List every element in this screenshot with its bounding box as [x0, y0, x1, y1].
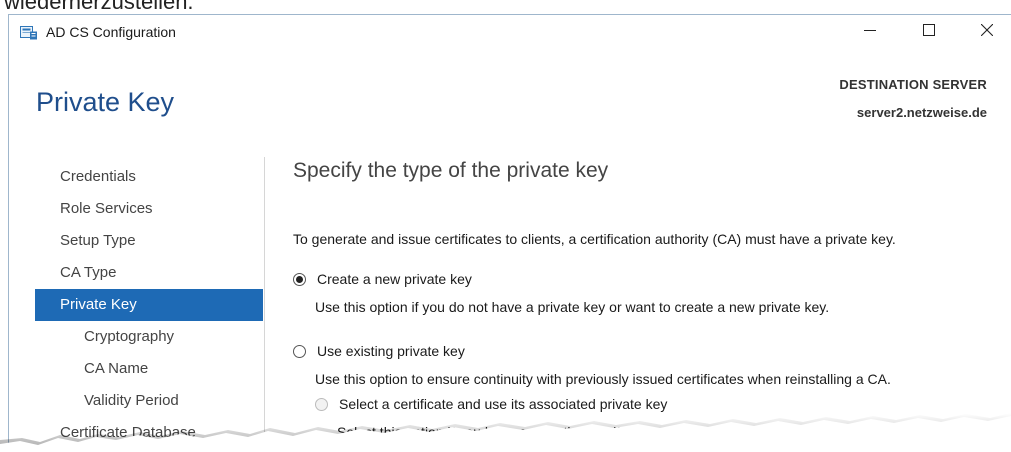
window-title: AD CS Configuration: [46, 24, 176, 40]
nav-item-validity-period[interactable]: Validity Period: [35, 385, 263, 417]
wizard-navigation: Credentials Role Services Setup Type CA …: [35, 161, 263, 449]
create-new-key-radio[interactable]: [293, 272, 306, 286]
ad-cs-configuration-window: AD CS Configuration Private Key DESTINAT…: [8, 14, 1011, 452]
nav-item-ca-type[interactable]: CA Type: [35, 257, 263, 289]
nav-item-credentials[interactable]: Credentials: [35, 161, 263, 193]
select-certificate-description: Select this option if you have an existi…: [337, 424, 860, 440]
minimize-icon: [864, 23, 876, 41]
select-certificate-option[interactable]: Select a certificate and use its associa…: [315, 396, 667, 412]
close-icon: [980, 23, 994, 41]
maximize-button[interactable]: [906, 15, 952, 49]
create-new-key-label[interactable]: Create a new private key: [317, 271, 472, 287]
section-heading: Specify the type of the private key: [293, 159, 609, 182]
nav-divider: [264, 157, 265, 452]
certificate-server-icon: [20, 25, 38, 40]
intro-text: To generate and issue certificates to cl…: [293, 231, 896, 247]
create-new-key-option[interactable]: Create a new private key: [293, 271, 472, 287]
document-caption: wiederherzustellen.: [4, 0, 194, 14]
use-existing-key-option[interactable]: Use existing private key: [293, 343, 465, 359]
page-title: Private Key: [36, 87, 175, 117]
create-new-key-description: Use this option if you do not have a pri…: [315, 299, 830, 315]
destination-server-name: server2.netzweise.de: [856, 105, 987, 120]
screenshot-page: wiederherzustellen. AD CS Configuration: [0, 0, 1011, 452]
nav-item-setup-type[interactable]: Setup Type: [35, 225, 263, 257]
destination-server-label: DESTINATION SERVER: [839, 77, 987, 92]
nav-item-certificate-database[interactable]: Certificate Database: [35, 417, 263, 449]
nav-item-role-services[interactable]: Role Services: [35, 193, 263, 225]
nav-item-cryptography[interactable]: Cryptography: [35, 321, 263, 353]
nav-item-private-key[interactable]: Private Key: [35, 289, 263, 321]
use-existing-key-radio[interactable]: [293, 344, 306, 358]
use-existing-key-label[interactable]: Use existing private key: [317, 343, 465, 359]
select-certificate-label[interactable]: Select a certificate and use its associa…: [339, 396, 667, 412]
maximize-icon: [923, 23, 935, 41]
use-existing-key-description: Use this option to ensure continuity wit…: [315, 371, 891, 387]
title-bar[interactable]: AD CS Configuration: [9, 15, 1011, 51]
select-certificate-radio[interactable]: [315, 397, 328, 411]
main-content: Specify the type of the private key To g…: [293, 159, 993, 440]
close-button[interactable]: [964, 15, 1010, 49]
minimize-button[interactable]: [847, 15, 893, 49]
radio-selected-dot: [296, 275, 303, 283]
nav-item-ca-name[interactable]: CA Name: [35, 353, 263, 385]
